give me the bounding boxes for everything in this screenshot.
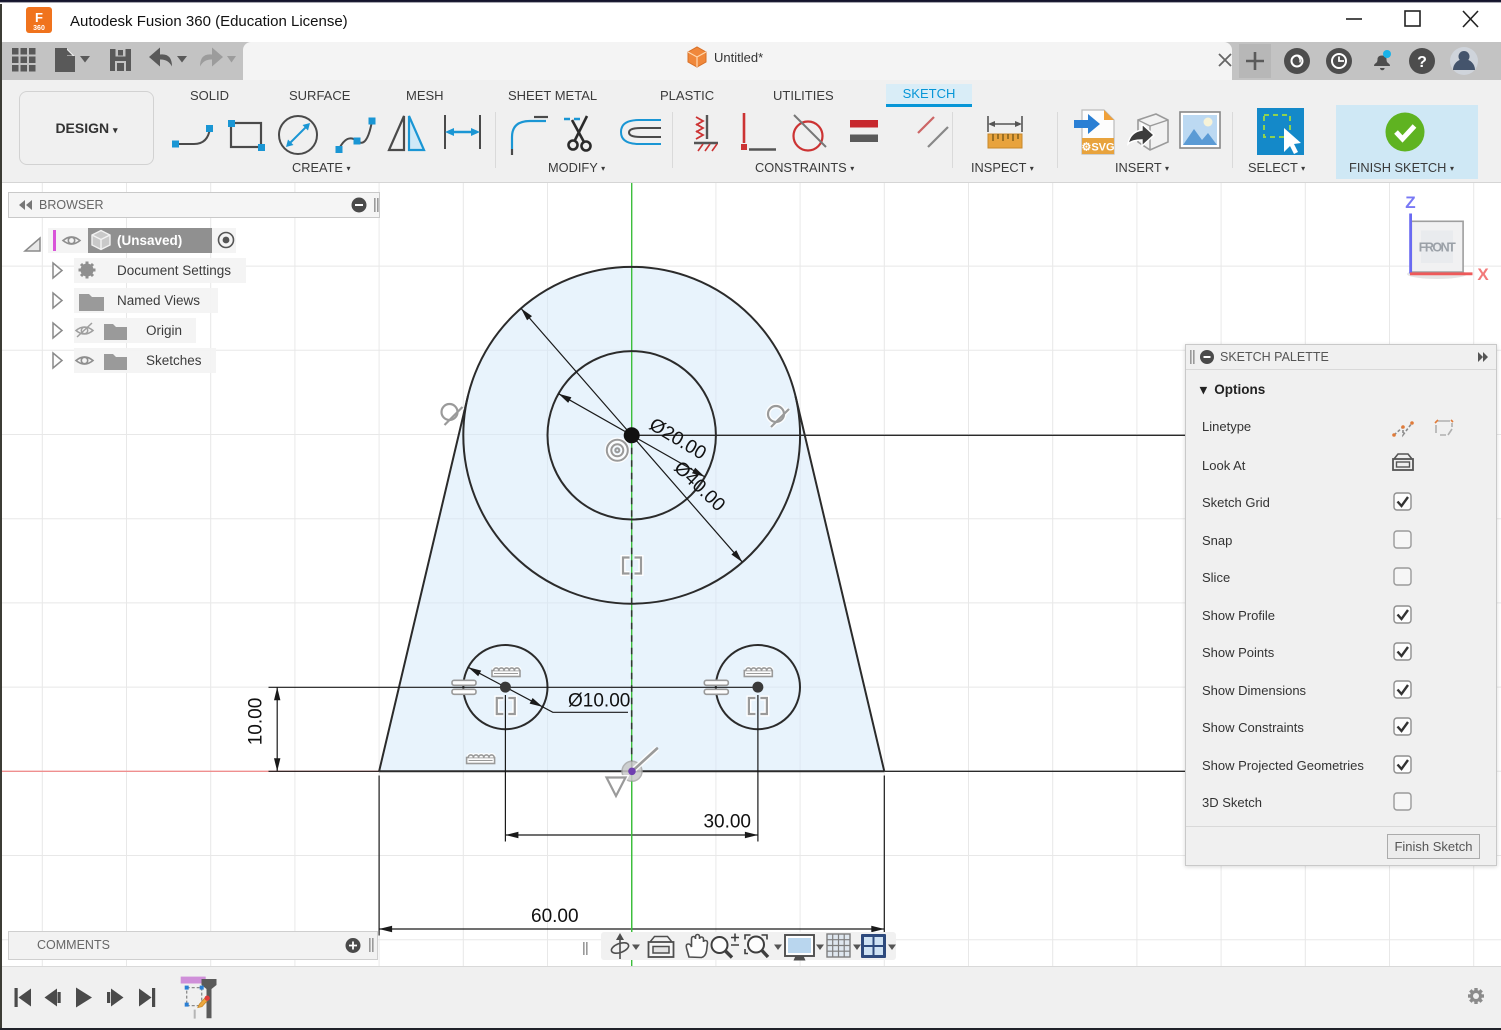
svg-text:⚙SVG: ⚙SVG	[1081, 142, 1114, 154]
svg-text:Document Settings: Document Settings	[117, 263, 231, 278]
svg-text:Z: Z	[1405, 193, 1415, 212]
svg-text:X: X	[1477, 265, 1489, 284]
svg-text:FRONT: FRONT	[1419, 241, 1456, 255]
svg-text:Untitled*: Untitled*	[714, 50, 763, 65]
svg-text:360: 360	[33, 25, 45, 32]
svg-text:Ø10.00: Ø10.00	[568, 691, 630, 712]
svg-text:(Unsaved): (Unsaved)	[117, 233, 182, 248]
svg-text:60.00: 60.00	[531, 906, 579, 927]
svg-text:?: ?	[1417, 54, 1427, 71]
svg-text:30.00: 30.00	[703, 812, 751, 833]
svg-text:Sketches: Sketches	[146, 353, 202, 368]
svg-text:Origin: Origin	[146, 323, 182, 338]
svg-text:10.00: 10.00	[246, 698, 267, 746]
svg-text:Named Views: Named Views	[117, 293, 200, 308]
svg-text:F: F	[35, 10, 43, 25]
